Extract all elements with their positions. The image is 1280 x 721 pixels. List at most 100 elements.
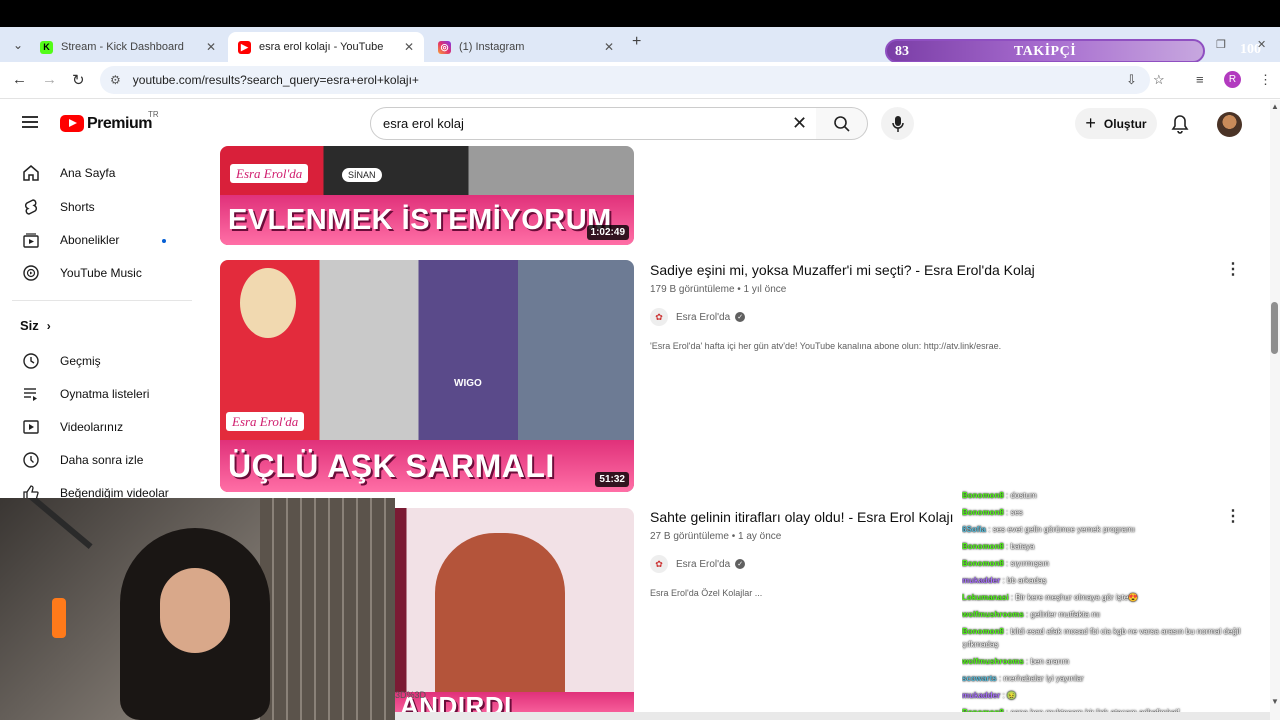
country-code: TR <box>148 110 159 119</box>
tab-search-chevron-icon[interactable]: ⌄ <box>8 35 28 55</box>
tab-youtube[interactable]: ▶ esra erol kolajı - YouTube ✕ <box>228 32 424 62</box>
media-control-icon[interactable]: ≡ <box>1196 72 1204 87</box>
sidebar-you-section[interactable]: Siz › <box>20 318 51 333</box>
clear-search-icon[interactable]: ✕ <box>792 113 807 134</box>
video-thumbnail[interactable]: Esra Erol'da SİNAN EVLENMEK İSTEMİYORUM … <box>220 146 634 245</box>
reload-icon[interactable]: ↻ <box>72 71 85 89</box>
kick-icon: K <box>40 40 53 54</box>
video-thumbnail[interactable]: Esra Erol'da WIGO ÜÇLÜ AŞK SARMALI 51:32 <box>220 260 634 492</box>
close-window-icon[interactable]: ✕ <box>1257 38 1266 51</box>
address-toolbar: ← → ↻ ⚙ youtube.com/results?search_query… <box>0 62 1280 99</box>
your-videos-icon <box>12 418 48 436</box>
sidebar-item-playlists[interactable]: Oynatma listeleri <box>12 378 192 410</box>
browser-profile-avatar[interactable]: R <box>1224 71 1241 88</box>
chat-user: Lokumanasi <box>962 593 1009 602</box>
chat-message: wolfmushrooms : gelinler mutfakta mı <box>962 610 1101 619</box>
sidebar-item-label: Videolarınız <box>60 420 124 434</box>
bookmark-star-icon[interactable]: ☆ <box>1153 72 1165 88</box>
scrollbar-thumb[interactable] <box>1271 302 1278 354</box>
sidebar-item-shorts[interactable]: Shorts <box>12 191 192 223</box>
screen-top-bar <box>0 0 1280 27</box>
address-bar[interactable]: ⚙ youtube.com/results?search_query=esra+… <box>100 66 1150 94</box>
create-button[interactable]: + Oluştur <box>1075 108 1157 139</box>
chat-message: scowarts : merhabalar iyi yayınlar <box>962 674 1084 683</box>
playlists-icon <box>12 385 48 403</box>
chat-user: Bonomon8 <box>962 627 1004 636</box>
forward-icon[interactable]: → <box>42 71 57 88</box>
chat-user: mukadder <box>962 691 1001 700</box>
voice-search-button[interactable] <box>881 107 914 140</box>
youtube-logo-icon[interactable] <box>60 115 84 132</box>
channel-link[interactable]: ✿ Esra Erol'da ✓ <box>650 308 746 326</box>
webcam-overlay <box>0 498 395 720</box>
search-input[interactable]: esra erol kolaj <box>370 107 826 140</box>
tab-close-icon[interactable]: ✕ <box>604 40 614 54</box>
channel-link[interactable]: ✿ Esra Erol'da ✓ <box>650 555 746 573</box>
overlay-badge: 3D%3D <box>395 690 427 700</box>
account-avatar[interactable] <box>1217 112 1242 137</box>
chat-text: sıyırmışsın <box>1010 559 1050 568</box>
chat-text: Bir kere meşhur olmaya gör işte😍 <box>1015 593 1139 602</box>
tab-close-icon[interactable]: ✕ <box>404 40 414 54</box>
thumbnail-banner: ÜÇLÜ AŞK SARMALI <box>220 440 634 492</box>
sidebar-item-home[interactable]: Ana Sayfa <box>12 157 192 189</box>
page-scrollbar[interactable] <box>1270 100 1280 720</box>
chat-user: Bonomon8 <box>962 491 1004 500</box>
os-taskbar <box>395 712 1270 720</box>
video-title[interactable]: Sadiye eşini mi, yoksa Muzaffer'i mi seç… <box>650 262 1035 278</box>
follower-label: TAKİPÇİ <box>1013 44 1077 59</box>
history-icon <box>12 352 48 370</box>
chat-user: Bonomon8 <box>962 542 1004 551</box>
tab-kick[interactable]: K Stream - Kick Dashboard ✕ <box>30 32 226 62</box>
channel-name: Esra Erol'da <box>676 558 731 570</box>
back-icon[interactable]: ← <box>12 71 27 88</box>
chat-message: Bonomon8 : bataya <box>962 542 1035 551</box>
search-icon <box>833 115 850 132</box>
watch-later-icon <box>12 451 48 469</box>
channel-name: Esra Erol'da <box>676 311 731 323</box>
sidebar-item-your-videos[interactable]: Videolarınız <box>12 411 192 443</box>
guide-menu-icon[interactable] <box>22 116 38 128</box>
chat-text: merhabalar iyi yayınlar <box>1003 674 1084 683</box>
search-button[interactable] <box>816 107 868 140</box>
chevron-right-icon: › <box>46 318 51 333</box>
new-content-dot <box>162 239 166 243</box>
chat-text: 🤢 <box>1006 691 1017 700</box>
stream-chat-overlay: Bonomon8 : dostum Bonomon8 : ses 6Sofia … <box>962 487 1270 720</box>
scroll-down-icon[interactable]: ▼ <box>1271 697 1279 706</box>
scroll-up-icon[interactable]: ▲ <box>1271 102 1279 111</box>
chat-message: wolfmushrooms : ben ararım <box>962 657 1070 666</box>
new-tab-plus-icon[interactable]: + <box>632 33 641 51</box>
more-actions-icon[interactable]: ⋮ <box>1225 259 1241 279</box>
verified-check-icon: ✓ <box>735 559 746 569</box>
video-meta: 179 B görüntüleme • 1 yıl önce <box>650 284 787 295</box>
chat-text: dostum <box>1010 491 1037 500</box>
chat-message: mukadder : 🤢 <box>962 691 1017 700</box>
youtube-logo-text[interactable]: Premium <box>87 115 152 133</box>
tab-close-icon[interactable]: ✕ <box>206 40 216 54</box>
shorts-icon <box>12 198 48 216</box>
chat-message: 6Sofia : ses evet gelin görümce yemek pr… <box>962 525 1135 534</box>
restore-window-icon[interactable]: ❐ <box>1216 38 1226 51</box>
video-duration: 51:32 <box>595 472 629 487</box>
sidebar-item-label: Oynatma listeleri <box>60 387 150 401</box>
tab-label: esra erol kolajı - YouTube <box>259 41 384 53</box>
sidebar-item-youtube-music[interactable]: YouTube Music <box>12 257 192 289</box>
tab-label: (1) Instagram <box>459 41 525 53</box>
sidebar-item-watch-later[interactable]: Daha sonra izle <box>12 444 192 476</box>
sidebar-item-label: YouTube Music <box>60 266 142 280</box>
chat-message: Bonomon8 : bildi esad afak mosad fbi cia… <box>962 627 1241 649</box>
search-value: esra erol kolaj <box>383 116 464 131</box>
install-app-icon[interactable]: ⇩ <box>1126 72 1137 88</box>
sidebar-item-history[interactable]: Geçmiş <box>12 345 192 377</box>
video-title[interactable]: Sahte gelinin itirafları olay oldu! - Es… <box>650 509 953 525</box>
chat-text: bataya <box>1010 542 1035 551</box>
tab-instagram[interactable]: ◎ (1) Instagram ✕ <box>428 32 624 62</box>
video-description: Esra Erol'da Özel Kolajlar ... <box>650 588 763 598</box>
site-info-icon[interactable]: ⚙ <box>110 73 121 87</box>
microphone-icon <box>891 115 904 132</box>
browser-menu-icon[interactable]: ⋮ <box>1259 72 1272 88</box>
subscriptions-icon <box>12 231 48 249</box>
channel-watermark: Esra Erol'da <box>230 164 309 183</box>
notifications-bell-icon[interactable] <box>1171 114 1189 134</box>
